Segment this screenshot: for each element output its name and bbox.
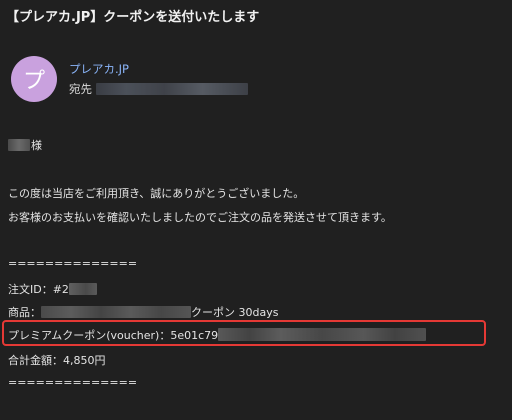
avatar-letter: プ	[22, 69, 45, 94]
total-amount-line: 合計金額：4,850円	[8, 354, 106, 367]
greeting-line: 様	[8, 137, 42, 153]
greeting-suffix: 様	[31, 139, 42, 152]
redacted-recipient-address	[96, 83, 248, 95]
body-line-thanks: この度は当店をご利用頂き、誠にありがとうございました。	[8, 187, 305, 200]
order-id-line: 注文ID：#2	[8, 281, 97, 297]
body-line-shipping: お客様のお支払いを確認いたしましたのでご注文の品を発送させて頂きます。	[8, 211, 392, 224]
product-line: 商品： クーポン 30days	[8, 304, 278, 320]
voucher-highlight-box	[2, 320, 486, 346]
separator-top: ==============	[8, 257, 138, 270]
to-label: 宛先	[69, 82, 92, 96]
sender-avatar[interactable]: プ	[11, 56, 57, 102]
sender-name[interactable]: プレアカ.JP	[69, 61, 129, 77]
product-label: 商品：	[8, 306, 41, 319]
separator-bottom: ==============	[8, 376, 138, 389]
redacted-product-name	[41, 306, 191, 318]
email-subject: 【プレアカ.JP】クーポンを送付いたします	[6, 10, 260, 25]
order-id-label: 注文ID：#2	[8, 283, 69, 296]
redacted-order-id	[68, 283, 97, 295]
recipient-row: 宛先	[69, 81, 248, 97]
redacted-customer-name	[8, 139, 30, 151]
product-suffix: クーポン 30days	[191, 306, 279, 319]
